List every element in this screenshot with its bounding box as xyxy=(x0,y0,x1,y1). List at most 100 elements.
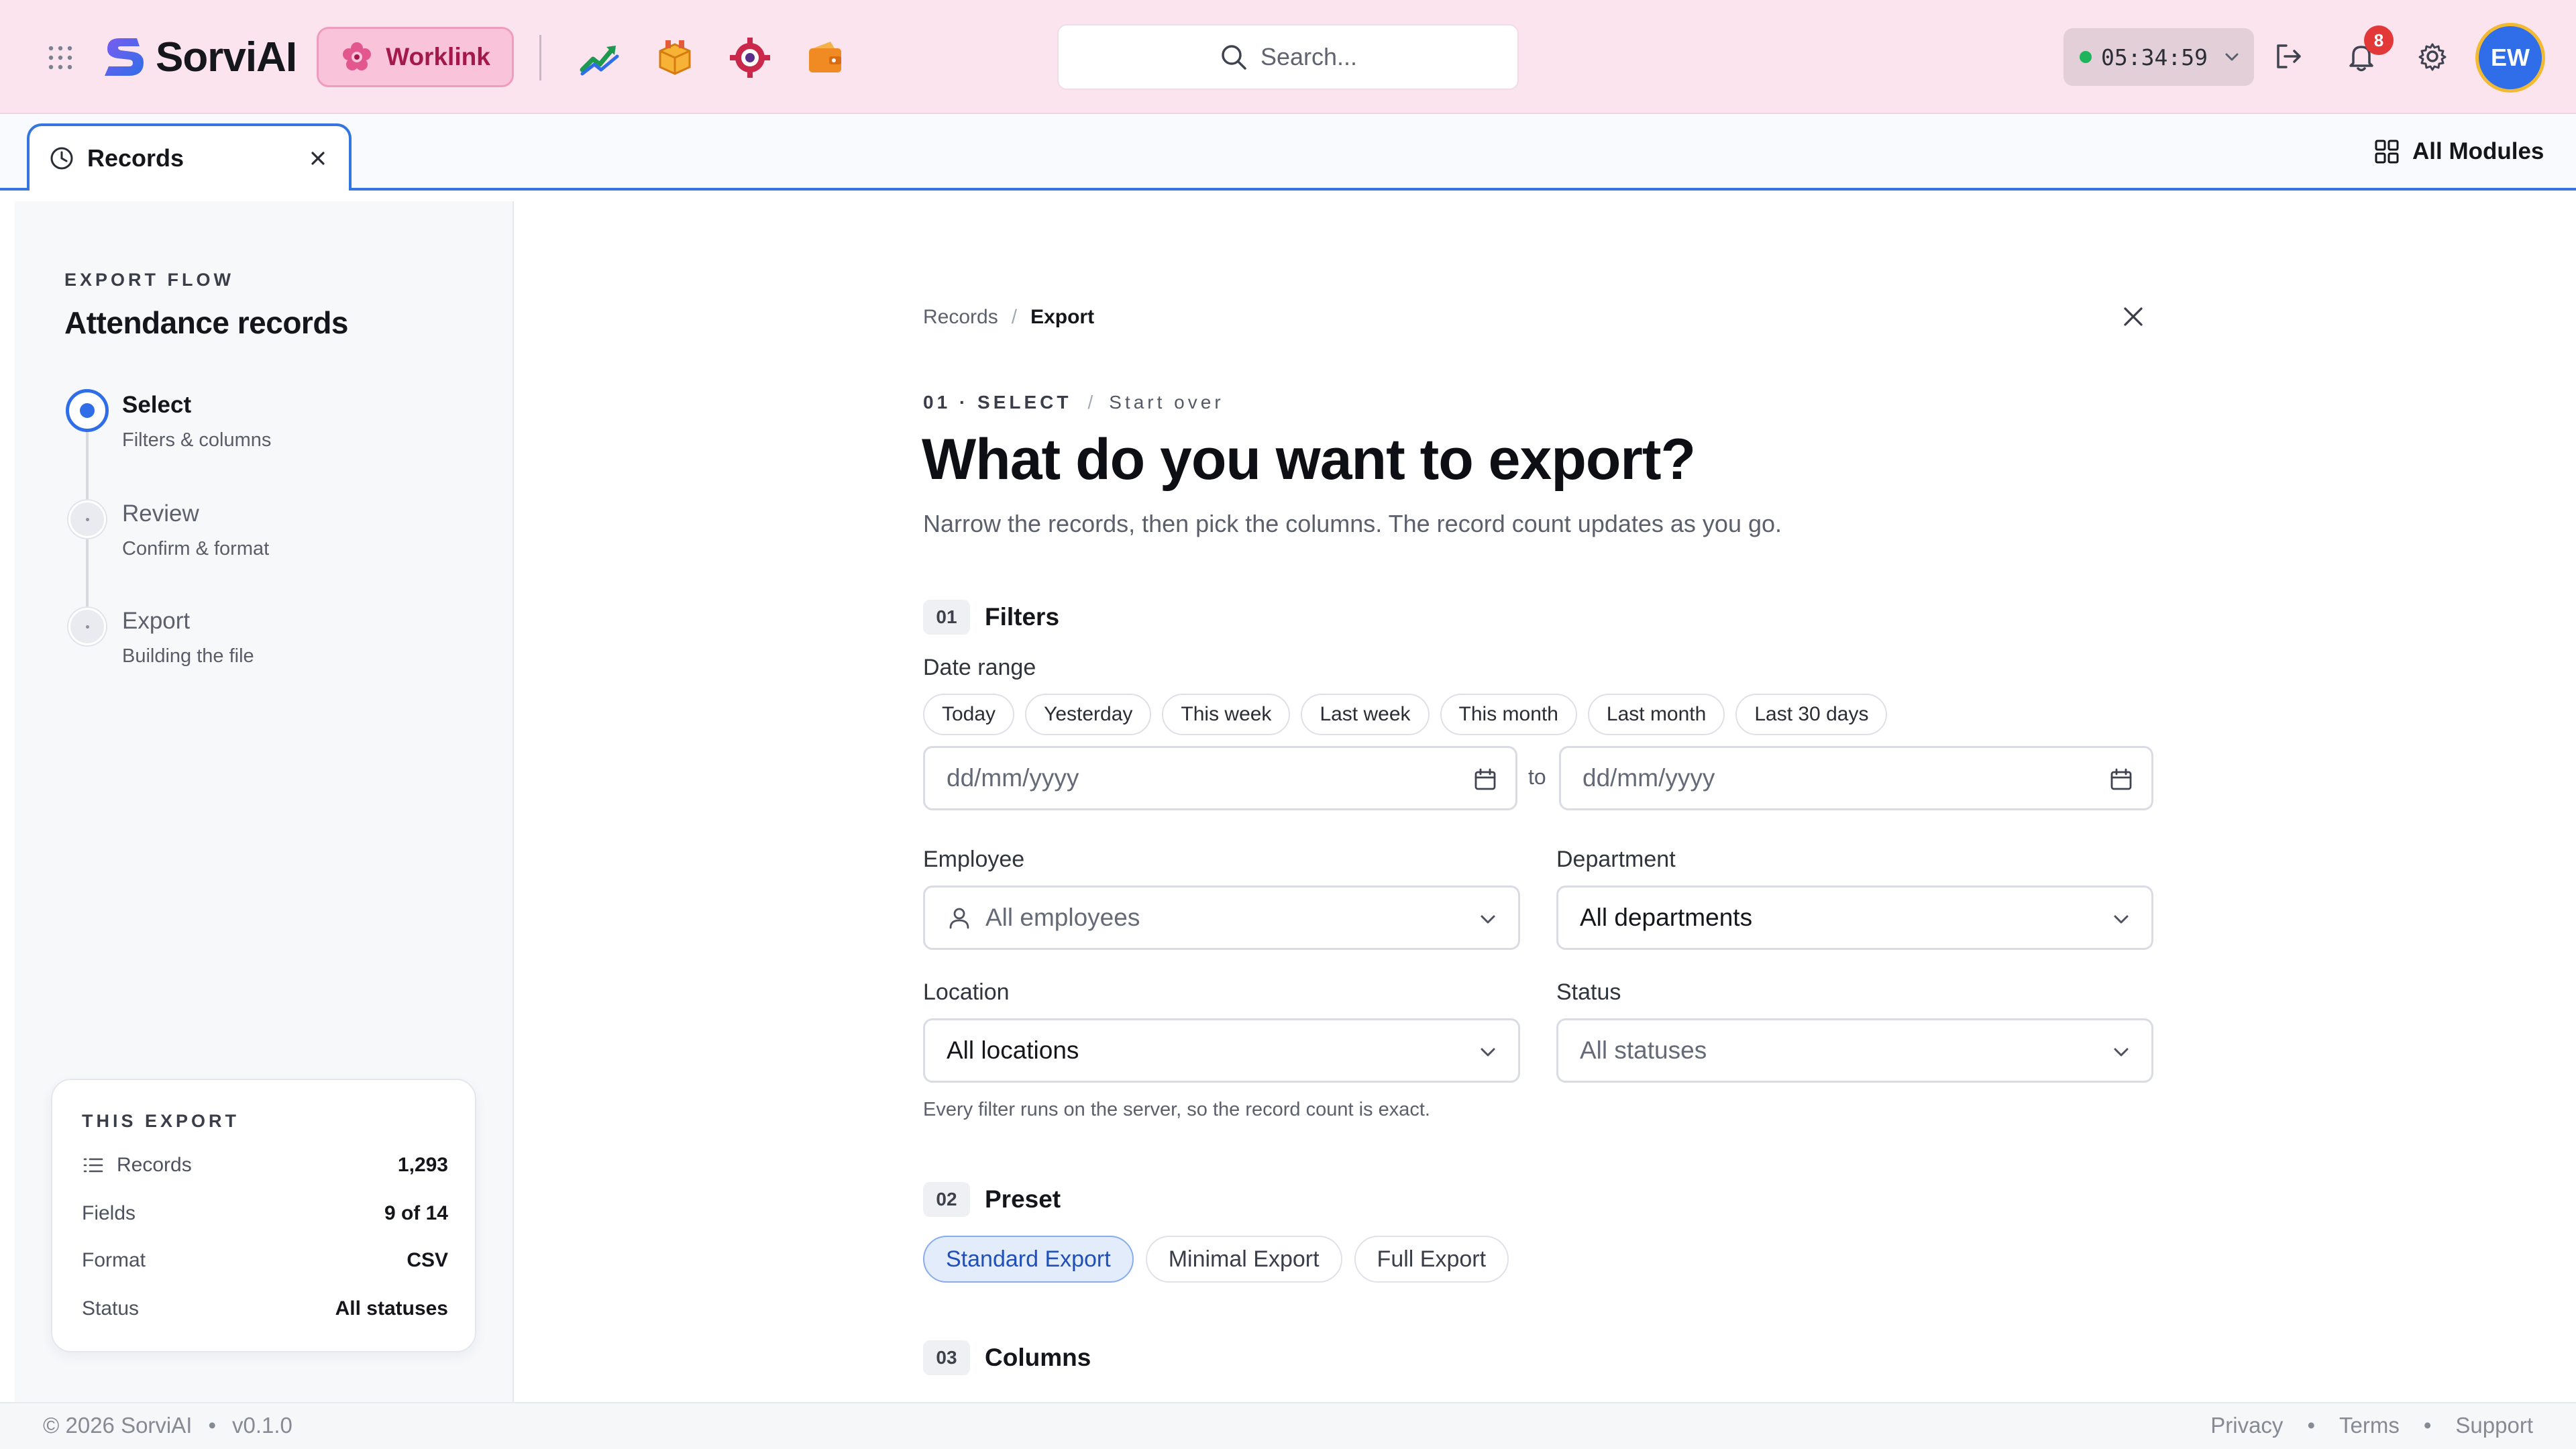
list-icon xyxy=(83,1158,103,1173)
user-icon xyxy=(949,908,969,929)
section-filters-number: 01 xyxy=(923,600,970,635)
section-preset-title: Preset xyxy=(985,1185,1061,1213)
step-connector xyxy=(86,539,89,610)
search-icon xyxy=(1222,45,1246,70)
chevron-down-icon xyxy=(1481,1048,1495,1057)
section-preset-number: 02 xyxy=(923,1182,970,1217)
location-label: Location xyxy=(923,979,1010,1005)
brand-name: SorviAI xyxy=(156,34,297,80)
close-icon[interactable] xyxy=(2120,303,2147,330)
app-grid-icon[interactable] xyxy=(47,44,74,71)
date-from-input[interactable]: dd/mm/yyyy xyxy=(923,746,1517,810)
tab-bar-underline xyxy=(0,188,2576,191)
chart-growth-icon[interactable] xyxy=(578,36,621,79)
summary-records-value: 1,293 xyxy=(397,1154,448,1176)
logout-icon[interactable] xyxy=(2271,39,2306,74)
step-select-sub: Filters & columns xyxy=(122,429,272,451)
summary-fields-label: Fields xyxy=(82,1202,136,1224)
range-chip-this-week[interactable]: This week xyxy=(1162,694,1291,735)
section-filters-title: Filters xyxy=(985,603,1060,631)
summary-status-label: Status xyxy=(82,1297,140,1320)
footer-terms-link[interactable]: Terms xyxy=(2339,1413,2400,1438)
timer-value: 05:34:59 xyxy=(2101,44,2208,70)
location-select[interactable]: All locations xyxy=(923,1018,1520,1083)
sorviai-logo-icon xyxy=(105,38,144,76)
step-select-label[interactable]: Select xyxy=(122,392,191,419)
tab-records[interactable]: Records xyxy=(27,123,352,191)
department-select-value: All departments xyxy=(1580,904,1753,931)
footer-support-link[interactable]: Support xyxy=(2455,1413,2533,1438)
preset-full-export[interactable]: Full Export xyxy=(1354,1236,1509,1283)
breadcrumb-current: Export xyxy=(1030,306,1095,328)
status-label: Status xyxy=(1556,979,1621,1005)
location-select-value: All locations xyxy=(947,1036,1079,1064)
online-status-dot xyxy=(2080,51,2092,63)
close-tab-icon[interactable] xyxy=(307,148,329,169)
search-placeholder: Search... xyxy=(1260,43,1358,70)
step-select-indicator xyxy=(66,389,109,432)
range-chip-yesterday[interactable]: Yesterday xyxy=(1025,694,1152,735)
employee-select[interactable]: All employees xyxy=(923,885,1520,950)
footer-version: v0.1.0 xyxy=(232,1413,292,1438)
flower-icon xyxy=(343,42,372,70)
package-icon[interactable] xyxy=(653,36,696,79)
step-review-sub: Confirm & format xyxy=(122,538,270,559)
step-connector xyxy=(86,432,89,503)
header-divider xyxy=(539,35,541,80)
user-avatar[interactable]: EW xyxy=(2475,23,2545,93)
department-select[interactable]: All departments xyxy=(1556,885,2153,950)
calendar-icon[interactable] xyxy=(1472,767,1498,792)
status-select[interactable]: All statuses xyxy=(1556,1018,2153,1083)
search-input[interactable]: Search... xyxy=(1057,24,1519,90)
breadcrumb-records-link[interactable]: Records xyxy=(923,306,998,329)
date-range-label: Date range xyxy=(923,655,1036,680)
step-export-sub: Building the file xyxy=(122,645,254,667)
employee-label: Employee xyxy=(923,847,1025,872)
footer-dot: • xyxy=(208,1413,216,1438)
settings-gear-icon[interactable] xyxy=(2415,39,2450,74)
preset-standard-export[interactable]: Standard Export xyxy=(923,1236,1134,1283)
start-over-link[interactable]: Start over xyxy=(1109,392,1224,413)
summary-records-label: Records xyxy=(117,1154,192,1176)
summary-status-value: All statuses xyxy=(335,1297,448,1320)
step-eyebrow: 01 · SELECT / Start over xyxy=(923,392,1224,413)
range-chip-last-30-days[interactable]: Last 30 days xyxy=(1735,694,1888,735)
department-label: Department xyxy=(1556,847,1676,872)
chevron-down-icon xyxy=(2225,53,2239,61)
breadcrumb: Records / Export xyxy=(923,306,1094,329)
preset-minimal-export[interactable]: Minimal Export xyxy=(1145,1236,1342,1283)
summary-format-value: CSV xyxy=(407,1249,448,1271)
section-filters-heading: 01 Filters xyxy=(923,600,1059,635)
step-export-indicator xyxy=(68,608,106,645)
brand-logo[interactable]: SorviAI xyxy=(99,28,297,86)
status-select-value: All statuses xyxy=(1580,1036,1707,1064)
section-columns-heading: 03 Columns xyxy=(923,1340,1091,1375)
range-chip-last-month[interactable]: Last month xyxy=(1587,694,1725,735)
modules-grid-icon xyxy=(2375,140,2399,164)
page-subtitle: Narrow the records, then pick the column… xyxy=(923,510,1782,537)
tab-bar xyxy=(0,115,2576,191)
all-modules-label: All Modules xyxy=(2412,138,2544,164)
date-to-input[interactable]: dd/mm/yyyy xyxy=(1559,746,2153,810)
sidebar-eyebrow: EXPORT FLOW xyxy=(64,270,234,290)
step-review-indicator xyxy=(68,500,106,538)
footer-privacy-link[interactable]: Privacy xyxy=(2210,1413,2283,1438)
wallet-icon[interactable] xyxy=(804,36,847,79)
range-chip-this-month[interactable]: This month xyxy=(1440,694,1577,735)
range-chip-today[interactable]: Today xyxy=(923,694,1015,735)
summary-eyebrow: THIS EXPORT xyxy=(82,1111,240,1131)
summary-row-fields: Fields 9 of 14 xyxy=(82,1202,448,1225)
preset-options: Standard Export Minimal Export Full Expo… xyxy=(923,1236,1509,1283)
worklink-product-chip[interactable]: Worklink xyxy=(317,27,514,87)
section-columns-number: 03 xyxy=(923,1340,970,1375)
clock-icon xyxy=(50,147,73,170)
gear-badge-icon[interactable] xyxy=(729,36,771,79)
range-chip-last-week[interactable]: Last week xyxy=(1301,694,1430,735)
all-modules-button[interactable]: All Modules xyxy=(2373,131,2544,172)
calendar-icon[interactable] xyxy=(2108,767,2134,792)
session-timer[interactable]: 05:34:59 xyxy=(2063,28,2254,86)
sidebar-title: Attendance records xyxy=(64,305,349,340)
employee-select-value: All employees xyxy=(985,904,1140,931)
footer-dot: • xyxy=(2307,1413,2315,1438)
chevron-down-icon xyxy=(2114,915,2129,924)
